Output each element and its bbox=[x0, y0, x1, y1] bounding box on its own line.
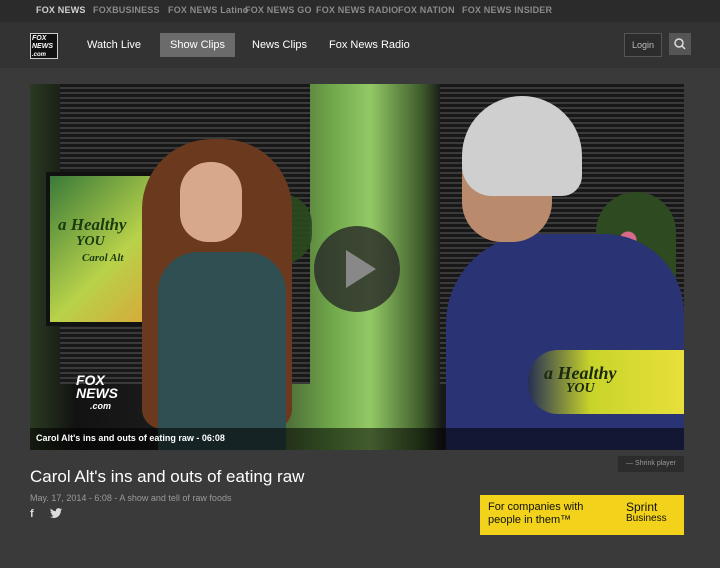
video-caption: Carol Alt's ins and outs of eating raw -… bbox=[36, 433, 225, 443]
network-link-foxnews-go[interactable]: FOX NEWS GO bbox=[245, 5, 312, 15]
network-link-foxbusiness[interactable]: FOXBUSINESS bbox=[93, 5, 160, 15]
shrink-player-button[interactable]: — Shrink player bbox=[618, 456, 684, 472]
nav-news-clips[interactable]: News Clips bbox=[242, 33, 317, 57]
host-woman bbox=[158, 252, 286, 450]
show-graphic-text: a Healthy YOU bbox=[544, 363, 617, 396]
sprint-logo: Sprint Business bbox=[626, 500, 667, 524]
search-button[interactable] bbox=[669, 33, 691, 55]
ad-text: For companies with people in them™ bbox=[488, 501, 583, 527]
twitter-icon[interactable] bbox=[50, 508, 62, 522]
bug-line3: .com bbox=[90, 401, 112, 411]
logo-line2: NEWS bbox=[32, 43, 53, 50]
video-player[interactable]: a Healthy YOU Carol Alt a Healthy YOU FO… bbox=[30, 84, 684, 450]
network-link-foxnews-latino[interactable]: FOX NEWS Latino bbox=[168, 5, 249, 15]
foxnews-logo[interactable]: FOX NEWS .com bbox=[30, 33, 58, 59]
clip-title: Carol Alt's ins and outs of eating raw bbox=[30, 467, 305, 486]
sprint-business-ad[interactable]: For companies with people in them™ Sprin… bbox=[480, 495, 684, 535]
network-link-foxnews-insider[interactable]: FOX NEWS INSIDER bbox=[462, 5, 552, 15]
tv-graphic-line3: Carol Alt bbox=[82, 252, 124, 264]
network-link-foxnews-radio[interactable]: FOX NEWS RADIO bbox=[316, 5, 398, 15]
nav-show-clips[interactable]: Show Clips bbox=[160, 33, 236, 57]
network-link-foxnews[interactable]: FOX NEWS bbox=[36, 5, 86, 15]
clip-meta: May. 17, 2014 - 6:08 - A show and tell o… bbox=[30, 493, 232, 503]
show-graphic: a Healthy YOU bbox=[528, 350, 684, 414]
tv-graphic-line2: YOU bbox=[76, 234, 105, 249]
guest-man bbox=[446, 234, 684, 450]
twitter-bird-icon bbox=[50, 508, 62, 518]
show-graphic-line2: YOU bbox=[565, 381, 595, 396]
search-icon bbox=[674, 38, 686, 50]
tv-graphic-line1: a Healthy bbox=[58, 215, 127, 234]
studio-tv-screen: a Healthy YOU Carol Alt bbox=[46, 172, 154, 326]
ad-brand-line1: Sprint bbox=[626, 500, 658, 514]
network-bar: FOX NEWS FOXBUSINESS FOX NEWS Latino FOX… bbox=[0, 0, 720, 22]
nav-fox-news-radio[interactable]: Fox News Radio bbox=[319, 33, 420, 57]
host-face bbox=[180, 162, 242, 242]
nav-watch-live[interactable]: Watch Live bbox=[77, 33, 151, 57]
tv-graphic: a Healthy YOU Carol Alt bbox=[58, 216, 126, 267]
ad-text-line1: For companies with bbox=[488, 501, 584, 513]
show-graphic-line1: a Healthy bbox=[544, 363, 617, 383]
bug-line2: NEWS bbox=[76, 385, 118, 401]
video-caption-bar: Carol Alt's ins and outs of eating raw -… bbox=[30, 428, 684, 450]
ad-brand-line2: Business bbox=[626, 513, 667, 524]
logo-line1: FOX bbox=[32, 35, 47, 42]
facebook-icon[interactable]: f bbox=[30, 508, 34, 520]
ad-text-line2: people in them™ bbox=[488, 514, 572, 526]
foxnews-watermark: FOX NEWS .com bbox=[76, 372, 126, 416]
login-button[interactable]: Login bbox=[624, 33, 662, 57]
network-link-foxnation[interactable]: FOX NATION bbox=[398, 5, 455, 15]
logo-line3: .com bbox=[32, 52, 47, 58]
play-button[interactable] bbox=[314, 226, 400, 312]
